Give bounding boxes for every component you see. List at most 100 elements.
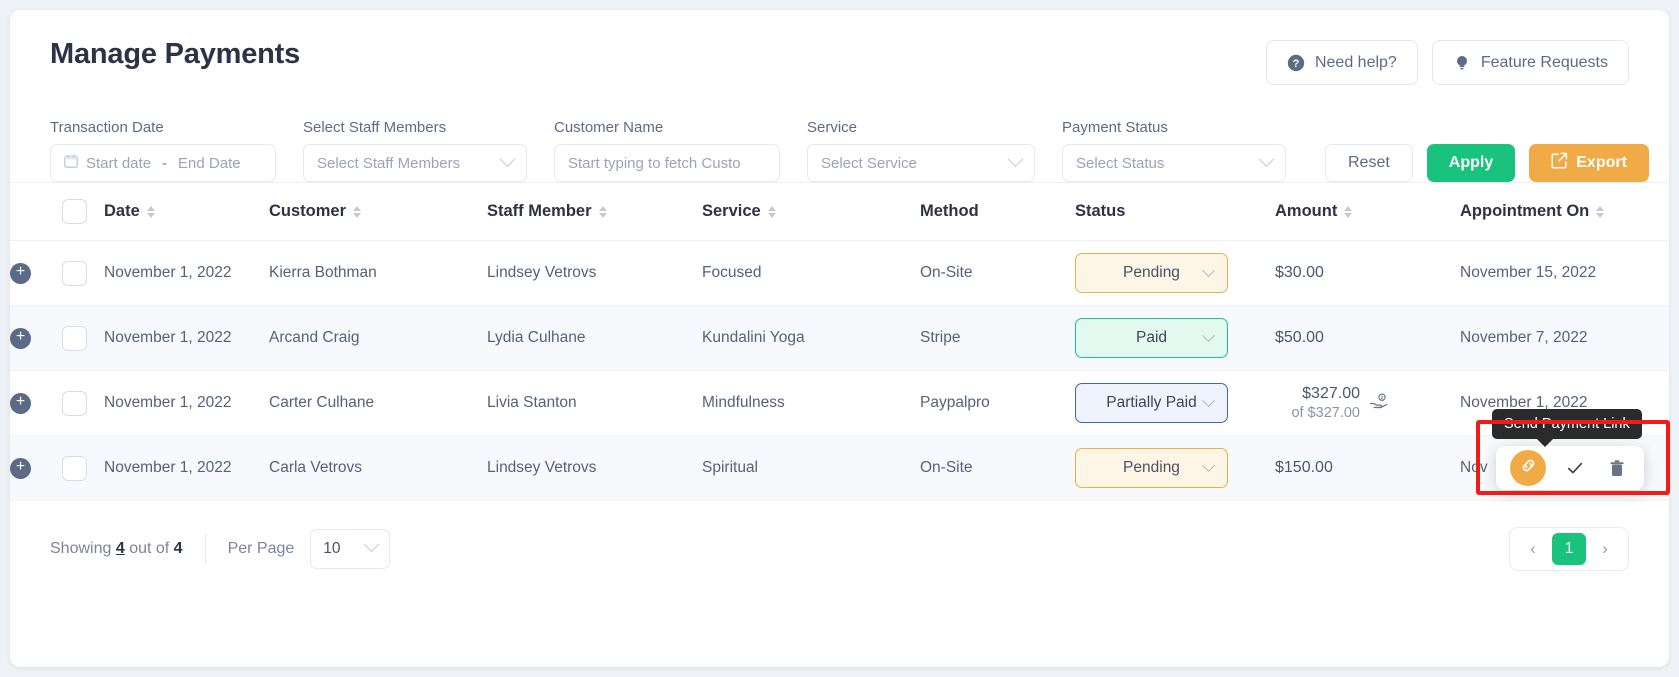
feature-requests-button[interactable]: Feature Requests <box>1431 40 1629 85</box>
cell-customer: Carla Vetrovs <box>269 435 487 501</box>
date-range-input[interactable]: Start date - End Date <box>50 144 276 182</box>
column-customer[interactable]: Customer <box>269 182 487 241</box>
appointment-date-text: Nov <box>1460 459 1488 476</box>
sort-icon[interactable] <box>767 205 776 218</box>
status-badge-pending[interactable]: Pending <box>1075 253 1228 293</box>
column-staff-member[interactable]: Staff Member <box>487 182 702 241</box>
cell-service: Focused <box>702 240 920 306</box>
row-expander-cell: + <box>10 305 62 371</box>
row-expander-cell: + <box>10 435 62 501</box>
column-amount-label: Amount <box>1275 202 1338 220</box>
sort-icon[interactable] <box>353 205 362 218</box>
cell-status: Pending <box>1075 240 1275 306</box>
apply-button[interactable]: Apply <box>1426 144 1516 182</box>
column-status: Status <box>1075 182 1275 241</box>
cell-status: Paid <box>1075 305 1275 371</box>
per-page-select[interactable]: 10 <box>310 528 391 569</box>
column-service[interactable]: Service <box>702 182 920 241</box>
amount-total: of $327.00 <box>1291 405 1360 421</box>
expand-row-icon[interactable]: + <box>10 392 31 414</box>
service-select-value: Select Service <box>821 154 917 172</box>
cell-customer: Carter Culhane <box>269 370 487 436</box>
customer-name-placeholder: Start typing to fetch Custo <box>568 154 741 172</box>
status-badge-pending[interactable]: Pending <box>1075 448 1228 488</box>
table-row[interactable]: + November 1, 2022 Carla Vetrovs Lindsey… <box>10 409 1669 501</box>
send-payment-link-tooltip: Send Payment Link <box>1492 409 1642 447</box>
transaction-date-label: Transaction Date <box>50 119 164 136</box>
row-checkbox[interactable] <box>62 325 87 351</box>
column-amount[interactable]: Amount <box>1275 182 1460 241</box>
filter-payment-status: Payment Status Select Status <box>1062 119 1286 182</box>
sort-icon[interactable] <box>1596 205 1605 218</box>
chevron-down-icon <box>1007 150 1024 167</box>
filter-staff-members: Select Staff Members Select Staff Member… <box>303 119 527 182</box>
row-select-cell <box>62 305 104 371</box>
cell-appointment-on: November 15, 2022 <box>1460 240 1669 306</box>
staff-label: Select Staff Members <box>303 119 447 136</box>
cell-appointment-on: November 7, 2022 <box>1460 305 1669 371</box>
cell-method: Paypalpro <box>920 370 1075 436</box>
table-row[interactable]: + November 1, 2022 Arcand Craig Lydia Cu… <box>10 305 1669 371</box>
showing-mid: out of <box>129 539 170 557</box>
select-all-checkbox[interactable] <box>62 199 87 224</box>
calendar-icon <box>64 154 78 172</box>
column-date[interactable]: Date <box>104 182 269 241</box>
expand-row-icon[interactable]: + <box>10 262 31 284</box>
column-status-label: Status <box>1075 202 1126 220</box>
need-help-button[interactable]: ? Need help? <box>1265 40 1418 85</box>
customer-name-input[interactable]: Start typing to fetch Custo <box>554 144 780 182</box>
status-badge-label: Pending <box>1123 459 1180 476</box>
sort-icon[interactable] <box>1344 205 1353 218</box>
filter-bar: Transaction Date Start date - End Date S… <box>10 96 1669 182</box>
expand-row-icon[interactable]: + <box>10 327 31 349</box>
row-checkbox[interactable] <box>62 455 87 481</box>
export-button[interactable]: Export <box>1529 144 1649 182</box>
next-page-button[interactable]: › <box>1592 534 1618 564</box>
row-checkbox[interactable] <box>62 260 87 286</box>
page-1-button[interactable]: 1 <box>1552 533 1586 565</box>
filter-actions: Reset Apply Export <box>1325 144 1649 182</box>
sort-icon[interactable] <box>146 205 155 218</box>
payment-status-select[interactable]: Select Status <box>1062 144 1286 182</box>
status-badge-partially-paid[interactable]: Partially Paid <box>1075 383 1228 423</box>
sort-icon[interactable] <box>598 205 607 218</box>
filter-customer-name: Customer Name Start typing to fetch Cust… <box>554 119 780 182</box>
send-payment-link-button[interactable] <box>1510 450 1546 486</box>
staff-select[interactable]: Select Staff Members <box>303 144 527 182</box>
page-header: Manage Payments ? Need help? Feature Req… <box>10 10 1669 96</box>
service-select[interactable]: Select Service <box>807 144 1035 182</box>
status-badge-label: Paid <box>1135 329 1168 346</box>
table-row[interactable]: + November 1, 2022 Kierra Bothman Lindse… <box>10 240 1669 306</box>
row-checkbox[interactable] <box>62 390 87 416</box>
chevron-down-icon <box>364 536 380 553</box>
column-service-label: Service <box>702 202 761 220</box>
per-page-label: Per Page <box>227 539 295 557</box>
table-header: Date Customer Staff Member Service Metho… <box>10 182 1669 241</box>
table-row[interactable]: + November 1, 2022 Carter Culhane Livia … <box>10 370 1669 436</box>
reset-button[interactable]: Reset <box>1325 144 1413 182</box>
prev-page-button[interactable]: ‹ <box>1520 534 1546 564</box>
hand-holding-coin-icon[interactable]: $ <box>1369 392 1389 415</box>
mark-as-paid-button[interactable] <box>1562 455 1588 481</box>
status-badge-paid[interactable]: Paid <box>1075 318 1228 358</box>
start-date-placeholder: Start date <box>86 154 152 172</box>
cell-date: November 1, 2022 <box>104 305 269 371</box>
expand-row-icon[interactable]: + <box>10 457 31 479</box>
cell-amount: $327.00 of $327.00 $ <box>1275 370 1460 436</box>
cell-staff: Lydia Culhane <box>487 305 702 371</box>
table-body: + November 1, 2022 Kierra Bothman Lindse… <box>10 240 1669 501</box>
column-appointment-on[interactable]: Appointment On <box>1460 182 1669 241</box>
column-appointment-label: Appointment On <box>1460 202 1590 220</box>
delete-payment-button[interactable] <box>1604 455 1630 481</box>
customer-label: Customer Name <box>554 119 664 136</box>
showing-count: 4 <box>115 539 125 557</box>
cell-method: Stripe <box>920 305 1075 371</box>
cell-staff: Lindsey Vetrovs <box>487 435 702 501</box>
amount-value: $50.00 <box>1275 329 1324 346</box>
pagination: ‹ 1 › <box>1509 527 1629 571</box>
status-badge-label: Pending <box>1123 264 1180 281</box>
svg-text:$: $ <box>1381 395 1384 400</box>
payments-table: Date Customer Staff Member Service Metho… <box>10 182 1669 501</box>
per-page-value: 10 <box>323 539 341 557</box>
amount-value: $150.00 <box>1275 459 1333 476</box>
